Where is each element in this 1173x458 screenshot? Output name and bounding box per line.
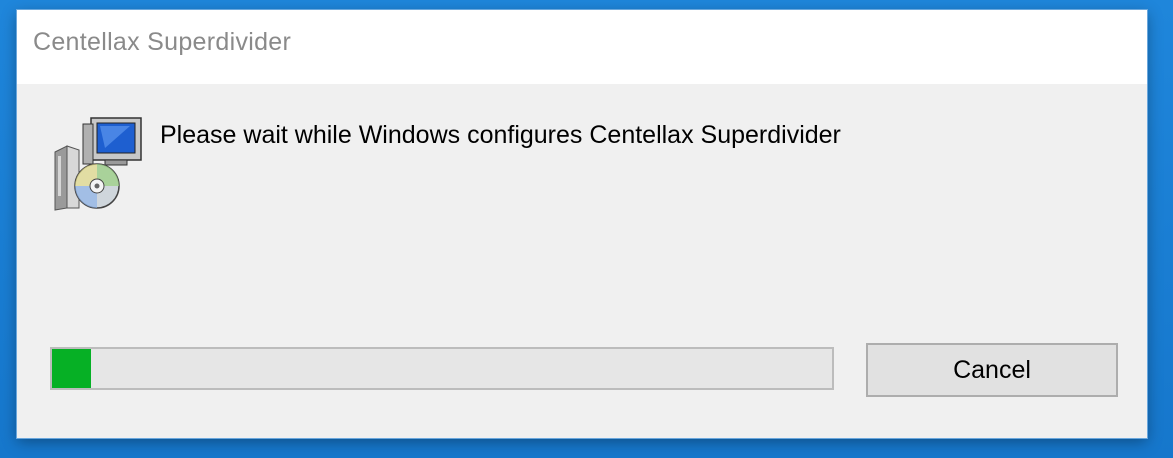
title-bar[interactable]: Centellax Superdivider bbox=[17, 10, 1147, 84]
installer-package-icon bbox=[54, 117, 142, 211]
cancel-button[interactable]: Cancel bbox=[866, 343, 1118, 397]
progress-bar bbox=[50, 347, 834, 390]
window-title: Centellax Superdivider bbox=[33, 28, 292, 56]
progress-bar-fill bbox=[52, 349, 91, 388]
installer-dialog: Centellax Superdivider Please wait while… bbox=[17, 10, 1147, 438]
status-message: Please wait while Windows configures Cen… bbox=[160, 121, 841, 149]
